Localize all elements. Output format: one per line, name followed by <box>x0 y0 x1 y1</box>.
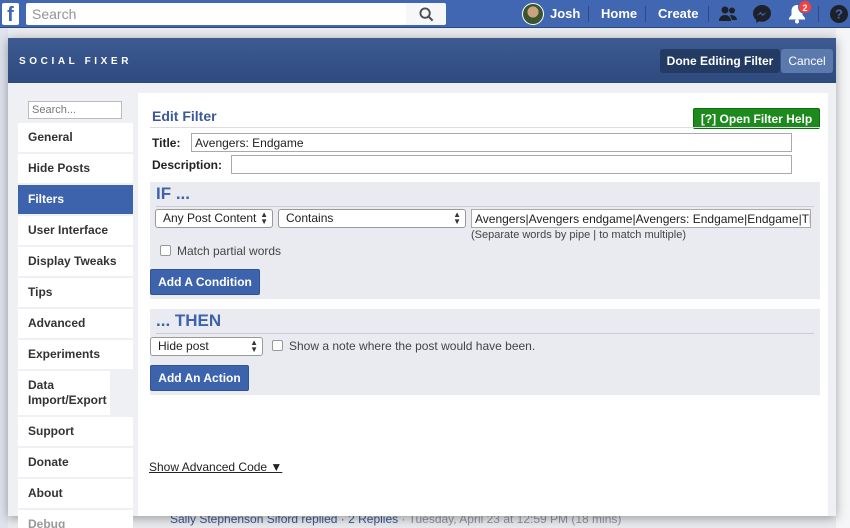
select-arrows-icon: ▲ ▼ <box>250 338 258 354</box>
add-action-button[interactable]: Add An Action <box>150 365 249 391</box>
sidebar-item-user-interface[interactable]: User Interface <box>18 216 133 245</box>
social-fixer-dialog: SOCIAL FIXER Done Editing Filter Cancel … <box>8 38 836 528</box>
search-icon <box>418 6 433 21</box>
facebook-logo[interactable]: f <box>2 3 19 26</box>
action-select[interactable]: Hide post ▲ ▼ <box>150 337 263 356</box>
background-left-column <box>0 28 8 528</box>
nav-divider <box>818 6 819 22</box>
condition-operator-value: Contains <box>286 211 334 225</box>
then-divider <box>156 333 814 334</box>
condition-operator-select[interactable]: Contains ▲ ▼ <box>278 209 466 228</box>
sidebar-item-hide-posts[interactable]: Hide Posts <box>18 154 133 183</box>
filter-editor-panel: Edit Filter [?] Open Filter Help Title: … <box>138 93 828 516</box>
match-partial-words-label: Match partial words <box>177 244 282 258</box>
dialog-body: General Hide Posts Filters User Interfac… <box>8 83 836 528</box>
description-field[interactable] <box>231 155 792 174</box>
help-icon[interactable]: ? <box>828 3 850 25</box>
then-heading: ... THEN <box>156 311 222 330</box>
sidebar-item-about[interactable]: About <box>18 479 133 508</box>
show-note-checkbox[interactable] <box>272 340 283 351</box>
settings-sidebar: General Hide Posts Filters User Interfac… <box>18 93 134 528</box>
sidebar-item-filters[interactable]: Filters <box>18 185 133 214</box>
if-heading: IF ... <box>156 184 190 203</box>
page-title: Edit Filter <box>152 108 217 124</box>
profile-link[interactable]: Josh <box>550 6 580 21</box>
match-partial-words-checkbox[interactable] <box>160 245 171 256</box>
sidebar-item-support[interactable]: Support <box>18 417 133 446</box>
if-section: IF ... Any Post Content ▲▼ Contains ▲▼ (… <box>150 182 820 299</box>
condition-hint: (Separate words by pipe | to match multi… <box>471 229 687 241</box>
nav-divider <box>708 6 709 22</box>
sidebar-search-input[interactable] <box>28 101 122 119</box>
add-condition-button[interactable]: Add A Condition <box>150 269 260 295</box>
select-arrows-icon: ▲ ▼ <box>260 210 268 226</box>
action-select-value: Hide post <box>158 339 209 353</box>
svg-text:?: ? <box>835 7 843 22</box>
friends-icon[interactable] <box>717 3 739 25</box>
select-arrows-icon: ▲ ▼ <box>453 210 461 226</box>
notification-badge: 2 <box>798 0 812 14</box>
search-button[interactable] <box>406 3 446 25</box>
then-section: ... THEN Hide post ▲ ▼ Show a note where … <box>150 309 820 395</box>
if-divider <box>156 206 814 207</box>
facebook-search-input[interactable] <box>26 3 406 25</box>
sidebar-item-advanced[interactable]: Advanced <box>18 309 133 338</box>
nav-divider <box>645 6 646 22</box>
condition-field-select[interactable]: Any Post Content ▲ ▼ <box>155 209 273 228</box>
show-note-label: Show a note where the post would have be… <box>289 339 536 353</box>
home-link[interactable]: Home <box>601 6 637 21</box>
sidebar-item-general[interactable]: General <box>18 123 133 152</box>
sidebar-item-tips[interactable]: Tips <box>18 278 133 307</box>
sidebar-item-experiments[interactable]: Experiments <box>18 340 133 369</box>
facebook-top-bar: f Josh Home Create 2 ? <box>0 0 850 28</box>
sidebar-item-display-tweaks[interactable]: Display Tweaks <box>18 247 133 276</box>
done-editing-filter-button[interactable]: Done Editing Filter <box>660 49 780 73</box>
background-right-column <box>836 28 850 528</box>
title-field[interactable] <box>191 133 792 152</box>
cancel-button[interactable]: Cancel <box>781 49 833 73</box>
show-advanced-code-link[interactable]: Show Advanced Code ▼ <box>149 460 282 474</box>
create-link[interactable]: Create <box>658 6 698 21</box>
messenger-icon[interactable] <box>751 3 773 25</box>
condition-field-value: Any Post Content <box>163 211 257 225</box>
nav-divider <box>588 6 589 22</box>
sidebar-item-donate[interactable]: Donate <box>18 448 133 477</box>
sidebar-item-debug[interactable]: Debug <box>18 510 133 528</box>
condition-value-field[interactable] <box>471 209 811 228</box>
description-label: Description: <box>152 158 223 172</box>
social-fixer-logo: SOCIAL FIXER <box>19 56 133 67</box>
title-label: Title: <box>152 136 181 150</box>
dialog-header: SOCIAL FIXER Done Editing Filter Cancel <box>8 38 836 83</box>
open-filter-help-button[interactable]: [?] Open Filter Help <box>693 108 820 129</box>
heading-divider <box>150 127 820 128</box>
sidebar-item-data-import-export[interactable]: Data Import/Export <box>18 371 110 415</box>
avatar[interactable] <box>522 3 544 25</box>
